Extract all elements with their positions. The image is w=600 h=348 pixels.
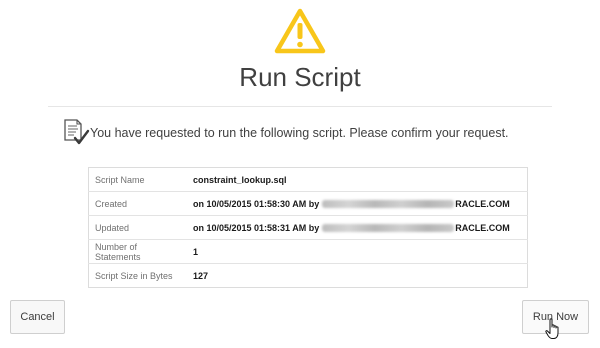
run-script-dialog: Run Script You have requested to run the… — [0, 0, 600, 348]
created-value: on 10/05/2015 01:58:30 AM by RACLE.COM — [187, 191, 528, 216]
table-row: Script Name constraint_lookup.sql — [89, 168, 528, 192]
script-name-label: Script Name — [95, 174, 145, 185]
script-document-icon — [64, 119, 90, 145]
dialog-title: Run Script — [239, 62, 361, 92]
script-name-value: constraint_lookup.sql — [193, 174, 287, 185]
script-size-label: Script Size in Bytes — [88, 263, 187, 288]
table-row: Number of Statements 1 — [88, 239, 528, 264]
statement-count-label: Number of Statements — [88, 239, 187, 264]
updated-label: Updated — [88, 215, 187, 240]
table-row: Created on 10/05/2015 01:58:30 AM by RACL… — [88, 191, 528, 216]
table-row: Updated on 10/05/2015 01:58:31 AM by RACL… — [88, 215, 528, 240]
warning-icon — [274, 8, 326, 54]
updated-value: on 10/05/2015 01:58:31 AM by RACLE.COM — [187, 215, 528, 240]
statement-count-value: 1 — [187, 239, 528, 264]
script-details-table: Script Name constraint_lookup.sql Create… — [88, 167, 528, 288]
script-size-value: 127 — [187, 263, 528, 288]
divider — [48, 106, 552, 107]
table-row: Script Size in Bytes 127 — [88, 263, 528, 288]
redacted-user — [322, 199, 455, 208]
hand-pointer-icon — [545, 318, 559, 339]
created-label: Created — [88, 191, 187, 216]
cancel-button[interactable]: Cancel — [10, 300, 65, 334]
confirm-message: You have requested to run the following … — [90, 126, 509, 140]
redacted-user — [322, 223, 455, 232]
